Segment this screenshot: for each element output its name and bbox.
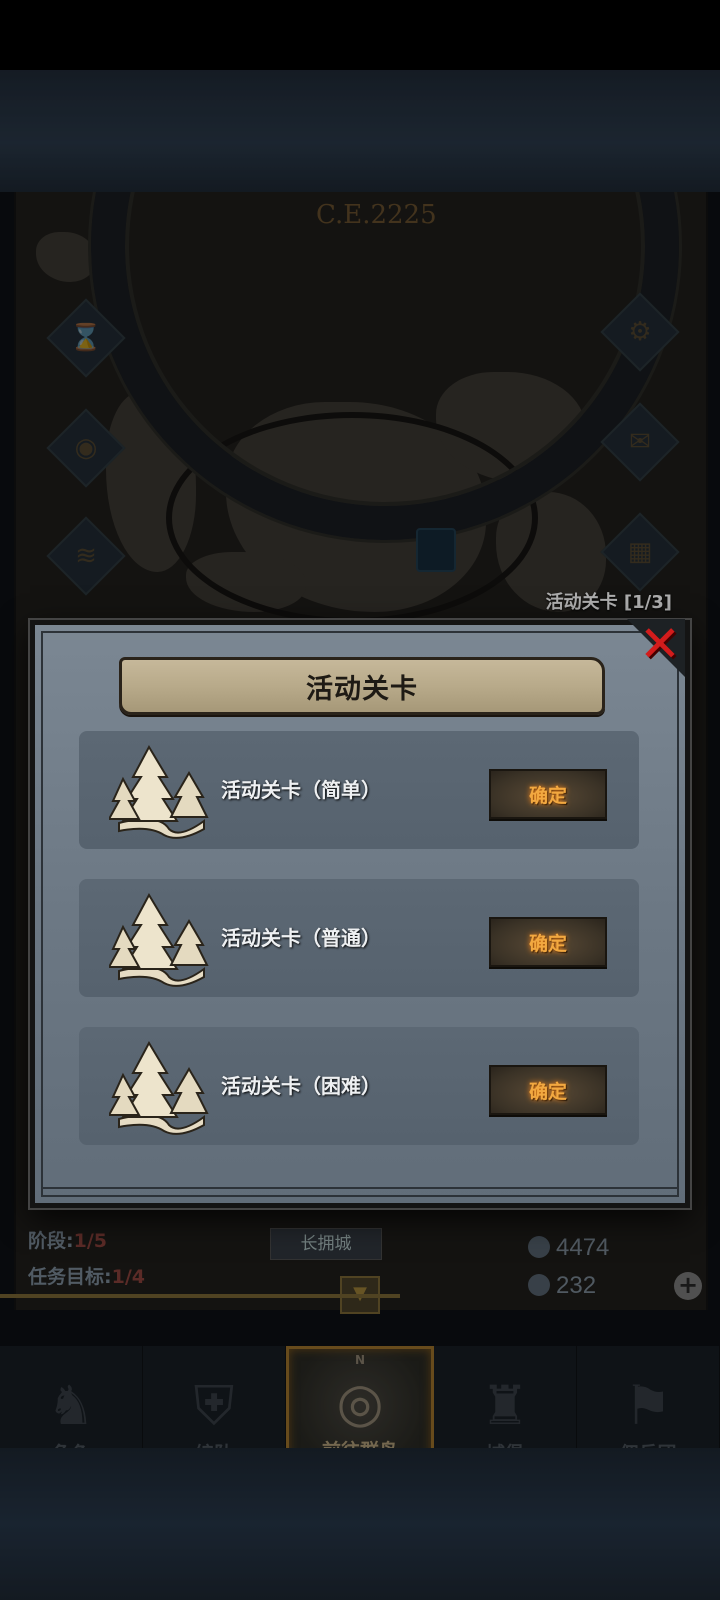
forest-icon <box>109 1040 209 1135</box>
forest-icon <box>109 892 209 987</box>
forest-icon <box>109 744 209 839</box>
event-stage-dialog: 活动关卡 ✕ 活动关卡（简单） 确定 活动关卡（普通） 确定 活动关卡（困难） … <box>30 619 690 1208</box>
stage-label: 活动关卡（简单） <box>221 778 381 802</box>
stage-label: 活动关卡（困难） <box>221 1074 381 1098</box>
stage-label: 活动关卡（普通） <box>221 926 381 950</box>
stage-row-easy: 活动关卡（简单） 确定 <box>79 731 639 849</box>
stage-row-hard: 活动关卡（困难） 确定 <box>79 1027 639 1145</box>
dialog-title: 活动关卡 <box>306 673 418 705</box>
dialog-divider <box>41 1187 679 1189</box>
confirm-button-normal[interactable]: 确定 <box>489 917 607 967</box>
confirm-button-easy[interactable]: 确定 <box>489 769 607 819</box>
confirm-button-hard[interactable]: 确定 <box>489 1065 607 1115</box>
stage-row-normal: 活动关卡（普通） 确定 <box>79 879 639 997</box>
close-icon[interactable]: ✕ <box>635 619 685 669</box>
dialog-title-banner: 活动关卡 <box>119 657 605 715</box>
